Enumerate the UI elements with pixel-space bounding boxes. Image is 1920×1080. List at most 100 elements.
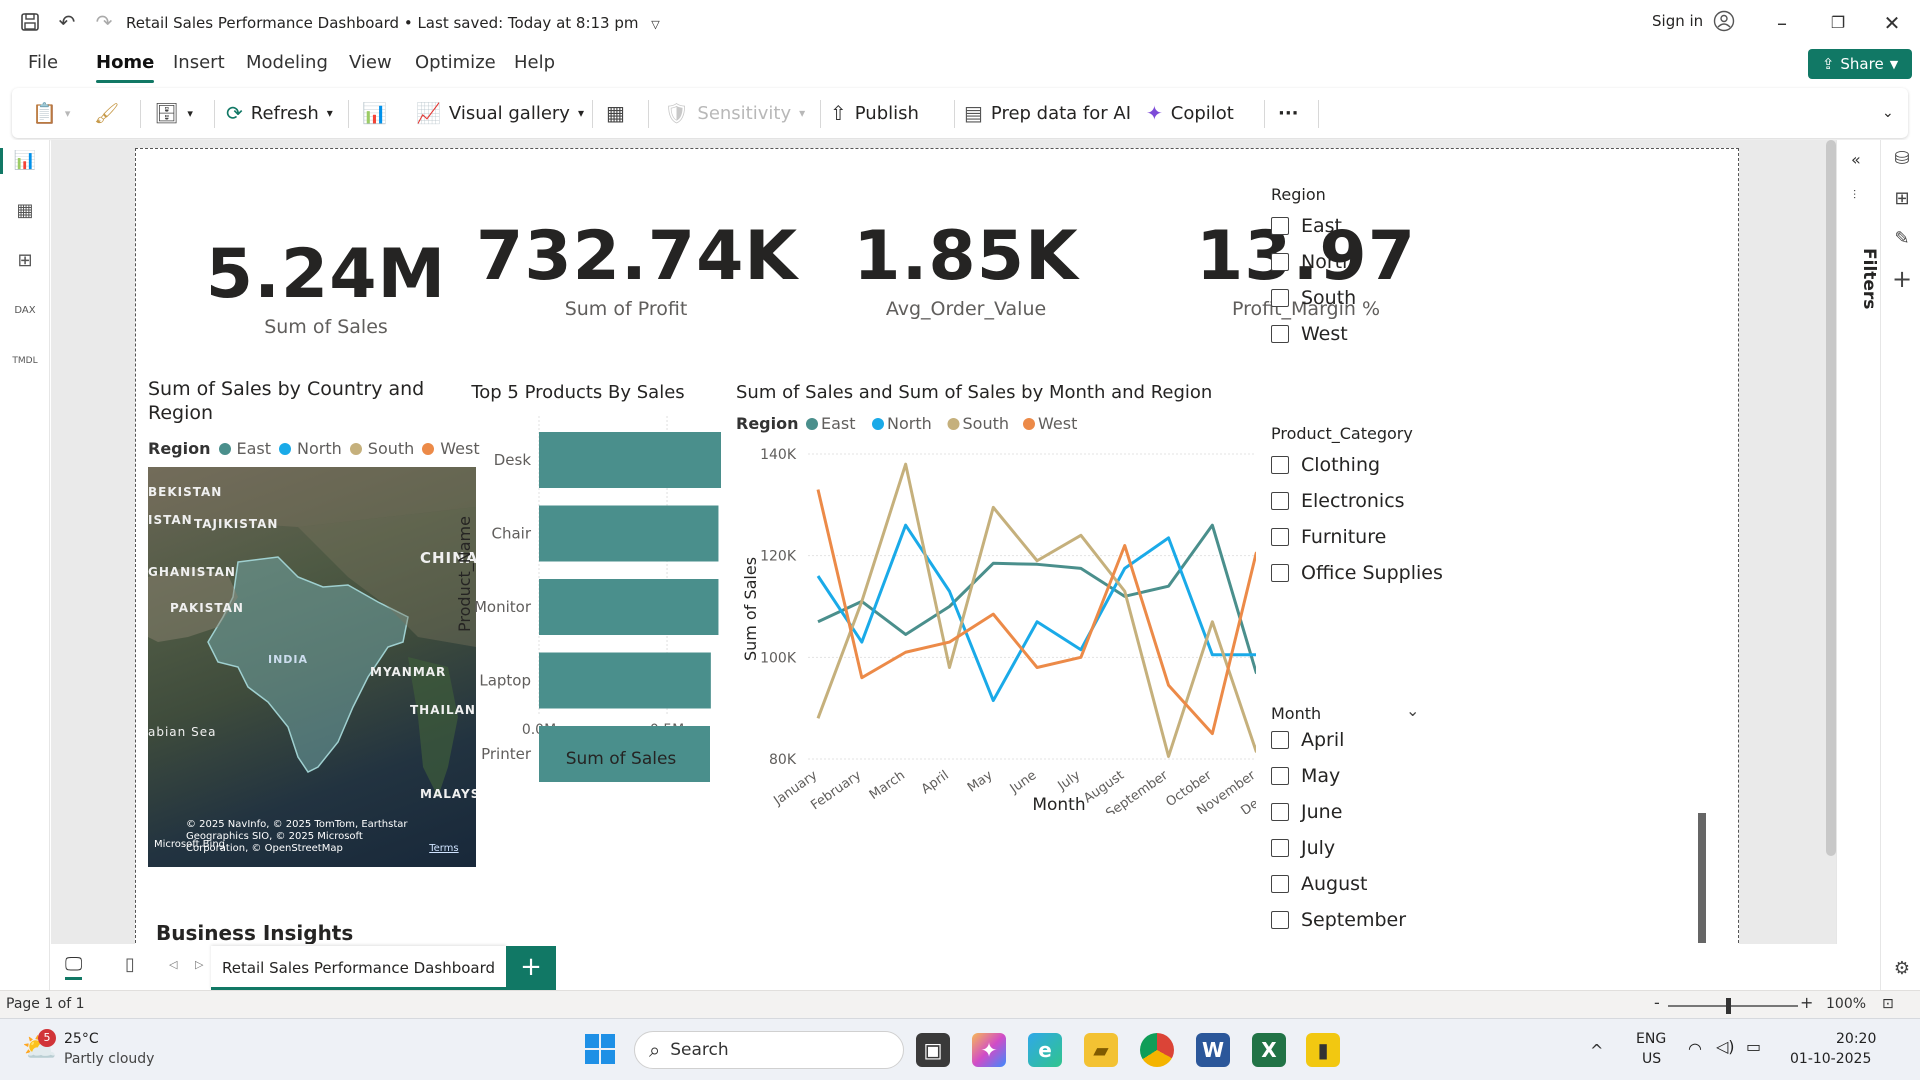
user-icon[interactable] (1712, 9, 1736, 33)
line-series-south[interactable] (816, 462, 1256, 758)
slicer-month-june[interactable]: June (1271, 801, 1342, 823)
redo-icon[interactable]: ↷ (92, 10, 116, 34)
format-painter-button[interactable]: 🖌 (94, 98, 119, 128)
slicer-category-office-supplies[interactable]: Office Supplies (1271, 562, 1443, 584)
prev-page-icon[interactable]: ◁ (169, 958, 177, 971)
zoom-out-icon[interactable]: - (1654, 993, 1660, 1012)
bar-chair[interactable] (539, 505, 719, 562)
task-view-icon[interactable]: ▣ (916, 1033, 950, 1067)
report-view-icon[interactable]: 📊 (0, 148, 38, 174)
slicer-region-south[interactable]: South (1271, 287, 1356, 309)
slicer-category-clothing[interactable]: Clothing (1271, 454, 1380, 476)
slicer-category-electronics[interactable]: Electronics (1271, 490, 1405, 512)
mobile-layout-icon[interactable]: ▯ (125, 954, 135, 975)
save-icon[interactable] (18, 10, 42, 34)
kpi-card-profit[interactable]: 732.74K Sum of Profit (476, 217, 797, 320)
filters-label[interactable]: Filters (1859, 248, 1879, 309)
prep-data-button[interactable]: ▤ Prep data for AI (964, 98, 1131, 128)
excel-app-icon[interactable]: X (1252, 1033, 1286, 1067)
menu-help[interactable]: Help (514, 52, 555, 73)
table-view-icon[interactable]: ▦ (12, 198, 38, 224)
copilot-button[interactable]: ✦ Copilot (1146, 98, 1234, 128)
bar-monitor[interactable] (539, 579, 719, 635)
chevron-down-icon[interactable]: ⌄ (1406, 701, 1419, 720)
power-bi-app-icon[interactable]: ▮ (1306, 1033, 1340, 1067)
slicer-month-august[interactable]: August (1271, 873, 1368, 895)
undo-icon[interactable]: ↶ (55, 10, 79, 34)
battery-icon[interactable]: ▭ (1746, 1037, 1761, 1056)
paste-button[interactable]: 📋 ▾ (32, 98, 70, 128)
chevron-up-icon[interactable]: ^ (1590, 1041, 1603, 1060)
menu-home[interactable]: Home (96, 52, 155, 83)
slicer-region-east[interactable]: East (1271, 215, 1342, 237)
restore-icon[interactable]: ❐ (1818, 8, 1858, 38)
sensitivity-button[interactable]: 🛡 Sensitivity ▾ (664, 98, 805, 128)
map-visual[interactable]: BEKISTAN ISTAN TAJIKISTAN CHINA GHANISTA… (148, 467, 476, 867)
page-tab[interactable]: Retail Sales Performance Dashboard (211, 946, 506, 990)
bar-laptop[interactable] (539, 652, 711, 709)
checkbox[interactable] (1271, 911, 1289, 929)
add-pane-icon[interactable]: + (1891, 267, 1913, 291)
slicer-region-north[interactable]: North (1271, 251, 1354, 273)
format-pane-icon[interactable]: ✎ (1891, 228, 1913, 250)
refresh-button[interactable]: ⟳ Refresh ▾ (226, 98, 333, 128)
add-page-button[interactable]: + (506, 946, 556, 990)
windows-start-icon[interactable] (584, 1033, 616, 1065)
share-button[interactable]: ⇪ Share ▼ (1808, 49, 1912, 79)
more-options-button[interactable]: ··· (1278, 98, 1299, 128)
copilot-app-icon[interactable]: ✦ (972, 1033, 1006, 1067)
expand-chevron-icon[interactable]: « (1851, 150, 1861, 169)
zoom-slider-handle[interactable] (1726, 998, 1731, 1014)
menu-insert[interactable]: Insert (173, 52, 225, 73)
line-series-north[interactable] (816, 523, 1256, 703)
slicer-region-west[interactable]: West (1271, 323, 1348, 345)
calculator-button[interactable]: ▦ (606, 98, 625, 128)
sign-in-link[interactable]: Sign in (1652, 12, 1703, 30)
input-language[interactable]: ENG (1636, 1031, 1666, 1047)
file-explorer-icon[interactable]: ▰ (1084, 1033, 1118, 1067)
data-pane-icon[interactable]: ⛁ (1891, 148, 1913, 170)
bar-desk[interactable] (539, 432, 721, 488)
ribbon-collapse-chevron-icon[interactable]: ⌄ (1882, 98, 1894, 128)
input-region[interactable]: US (1642, 1051, 1661, 1067)
edge-browser-icon[interactable]: e (1028, 1033, 1062, 1067)
checkbox[interactable] (1271, 803, 1289, 821)
get-data-button[interactable]: 🗄 ▾ (154, 98, 193, 128)
settings-gear-icon[interactable]: ⚙ (1891, 958, 1913, 980)
sales-by-month-line-chart[interactable]: Sum of Sales and Sum of Sales by Month a… (736, 374, 1256, 814)
wifi-icon[interactable]: ◠ (1688, 1039, 1702, 1058)
desktop-layout-icon[interactable]: 🖵 (65, 954, 83, 980)
slicer-month-april[interactable]: April (1271, 729, 1344, 751)
volume-icon[interactable]: ◁) (1716, 1037, 1735, 1056)
menu-view[interactable]: View (349, 52, 392, 73)
checkbox[interactable] (1271, 875, 1289, 893)
slicer-scrollbar[interactable] (1698, 813, 1706, 943)
model-view-icon[interactable]: ⊞ (12, 248, 38, 274)
checkbox[interactable] (1271, 528, 1289, 546)
word-app-icon[interactable]: W (1196, 1033, 1230, 1067)
menu-file[interactable]: File (28, 52, 58, 73)
close-icon[interactable]: ✕ (1872, 8, 1912, 38)
checkbox[interactable] (1271, 289, 1289, 307)
canvas-scrollbar[interactable] (1826, 140, 1836, 856)
line-series-west[interactable] (816, 489, 1256, 736)
taskbar-search[interactable]: ⌕ Search (634, 1031, 904, 1069)
checkbox[interactable] (1271, 767, 1289, 785)
kpi-card-avg-order[interactable]: 1.85K Avg_Order_Value (826, 217, 1106, 320)
slicer-month-september[interactable]: September (1271, 909, 1406, 931)
slicer-month-july[interactable]: July (1271, 837, 1335, 859)
checkbox[interactable] (1271, 564, 1289, 582)
next-page-icon[interactable]: ▷ (195, 958, 203, 971)
zoom-in-icon[interactable]: + (1800, 993, 1813, 1012)
chevron-down-icon[interactable]: ▽ (651, 18, 659, 31)
checkbox[interactable] (1271, 456, 1289, 474)
checkbox[interactable] (1271, 325, 1289, 343)
clock-time[interactable]: 20:20 (1836, 1031, 1876, 1047)
checkbox[interactable] (1271, 492, 1289, 510)
slicer-month-may[interactable]: May (1271, 765, 1340, 787)
zoom-slider[interactable] (1668, 1005, 1798, 1007)
slicer-category-furniture[interactable]: Furniture (1271, 526, 1386, 548)
menu-optimize[interactable]: Optimize (415, 52, 496, 73)
chrome-browser-icon[interactable] (1140, 1033, 1174, 1067)
clock-date[interactable]: 01-10-2025 (1790, 1051, 1871, 1067)
